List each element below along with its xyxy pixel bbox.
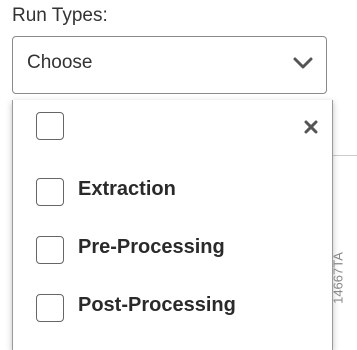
option-checkbox[interactable] (36, 178, 64, 206)
option-label: Extraction (78, 178, 176, 200)
dropdown-header (13, 100, 332, 158)
option-label: Pre-Processing (78, 236, 225, 258)
run-types-dropdown-panel: Extraction Pre-Processing Post-Processin… (12, 100, 333, 350)
close-icon[interactable] (304, 120, 318, 134)
select-all-checkbox[interactable] (36, 112, 64, 140)
run-types-label: Run Types: (12, 5, 108, 26)
divider (333, 155, 357, 156)
option-extraction[interactable]: Extraction (13, 170, 332, 220)
option-checkbox[interactable] (36, 294, 64, 322)
figure-id: 14667TA (330, 252, 346, 304)
chevron-down-icon[interactable] (292, 55, 314, 71)
run-types-select[interactable]: Choose (12, 36, 327, 94)
select-value: Choose (27, 52, 93, 73)
option-post-processing[interactable]: Post-Processing (13, 286, 332, 336)
option-pre-processing[interactable]: Pre-Processing (13, 228, 332, 278)
option-label: Post-Processing (78, 294, 236, 316)
option-checkbox[interactable] (36, 236, 64, 264)
